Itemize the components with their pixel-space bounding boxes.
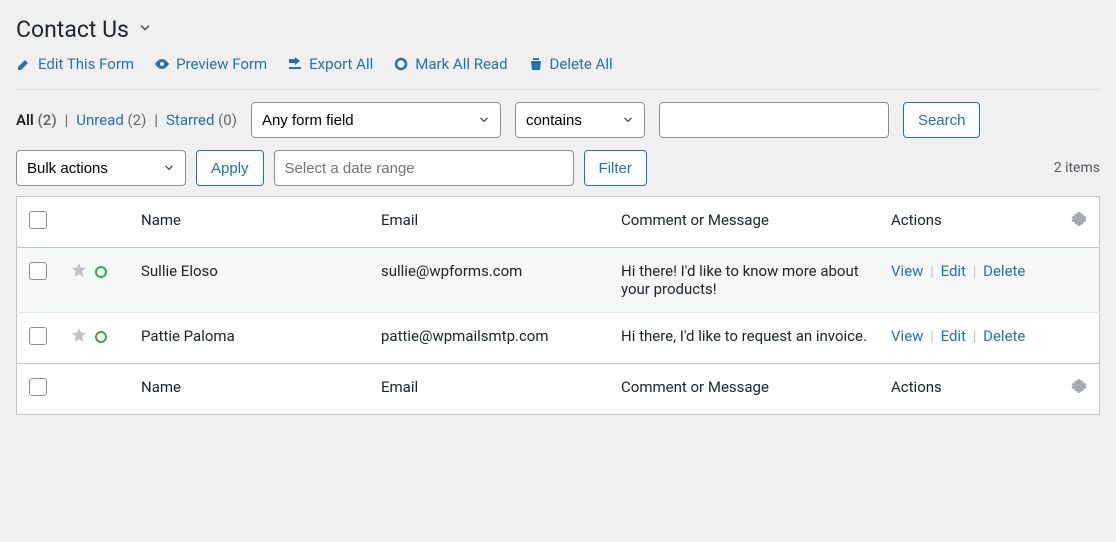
table-row: Pattie Paloma pattie@wpmailsmtp.com Hi t… xyxy=(17,313,1100,364)
edit-form-link[interactable]: Edit This Form xyxy=(16,55,134,73)
cell-name: Pattie Paloma xyxy=(129,313,369,364)
column-header-email[interactable]: Email xyxy=(369,197,609,248)
edit-link[interactable]: Edit xyxy=(941,262,966,280)
column-header-name[interactable]: Name xyxy=(129,197,369,248)
status-unread[interactable]: Unread (2) xyxy=(76,111,146,129)
bulk-actions-select[interactable]: Bulk actions xyxy=(16,150,186,186)
view-link[interactable]: View xyxy=(891,327,923,345)
column-footer-name: Name xyxy=(129,364,369,415)
preview-form-label: Preview Form xyxy=(176,55,267,73)
read-indicator-icon[interactable] xyxy=(95,266,107,278)
export-all-label: Export All xyxy=(309,55,373,73)
status-all[interactable]: All (2) xyxy=(16,111,57,129)
column-footer-actions: Actions xyxy=(879,364,1059,415)
page-title: Contact Us xyxy=(16,16,129,43)
delete-link[interactable]: Delete xyxy=(983,262,1025,280)
gear-icon[interactable] xyxy=(1071,380,1087,398)
status-filter-links: All (2) | Unread (2) | Starred (0) xyxy=(16,111,237,129)
chevron-down-icon xyxy=(137,20,153,36)
delete-link[interactable]: Delete xyxy=(983,327,1025,345)
toolbar: Edit This Form Preview Form Export All M… xyxy=(16,55,1100,90)
column-header-actions: Actions xyxy=(879,197,1059,248)
column-footer-comment: Comment or Message xyxy=(609,364,879,415)
preview-form-link[interactable]: Preview Form xyxy=(154,55,267,73)
mark-all-read-label: Mark All Read xyxy=(415,55,507,73)
delete-all-label: Delete All xyxy=(550,55,613,73)
search-input[interactable] xyxy=(659,102,889,138)
row-checkbox[interactable] xyxy=(29,327,47,345)
star-icon[interactable] xyxy=(71,327,87,347)
apply-button[interactable]: Apply xyxy=(196,150,264,186)
field-select[interactable]: Any form field xyxy=(251,102,501,138)
column-footer-email: Email xyxy=(369,364,609,415)
column-header-comment[interactable]: Comment or Message xyxy=(609,197,879,248)
entries-table: Name Email Comment or Message Actions Su… xyxy=(16,196,1100,415)
star-icon[interactable] xyxy=(71,262,87,282)
cell-email: pattie@wpmailsmtp.com xyxy=(369,313,609,364)
gear-icon[interactable] xyxy=(1071,213,1087,231)
delete-all-link[interactable]: Delete All xyxy=(528,55,613,73)
row-checkbox[interactable] xyxy=(29,262,47,280)
filter-button[interactable]: Filter xyxy=(584,150,647,186)
eye-icon xyxy=(154,56,170,72)
edit-form-label: Edit This Form xyxy=(38,55,134,73)
cell-comment: Hi there! I'd like to know more about yo… xyxy=(609,248,879,313)
items-count: 2 items xyxy=(1054,160,1100,176)
select-all-checkbox[interactable] xyxy=(29,211,47,229)
cell-email: sullie@wpforms.com xyxy=(369,248,609,313)
read-indicator-icon[interactable] xyxy=(95,331,107,343)
edit-link[interactable]: Edit xyxy=(941,327,966,345)
search-button[interactable]: Search xyxy=(903,102,981,138)
mark-all-read-link[interactable]: Mark All Read xyxy=(393,55,507,73)
status-starred[interactable]: Starred (0) xyxy=(166,111,237,129)
select-all-checkbox-footer[interactable] xyxy=(29,378,47,396)
table-row: Sullie Eloso sullie@wpforms.com Hi there… xyxy=(17,248,1100,313)
view-link[interactable]: View xyxy=(891,262,923,280)
cell-comment: Hi there, I'd like to request an invoice… xyxy=(609,313,879,364)
date-range-input[interactable] xyxy=(274,150,574,186)
trash-icon xyxy=(528,56,544,72)
operator-select[interactable]: contains xyxy=(515,102,645,138)
export-icon xyxy=(287,56,303,72)
cell-name: Sullie Eloso xyxy=(129,248,369,313)
export-all-link[interactable]: Export All xyxy=(287,55,373,73)
circle-icon xyxy=(393,56,409,72)
form-switch-dropdown[interactable] xyxy=(137,20,153,40)
pencil-icon xyxy=(16,56,32,72)
